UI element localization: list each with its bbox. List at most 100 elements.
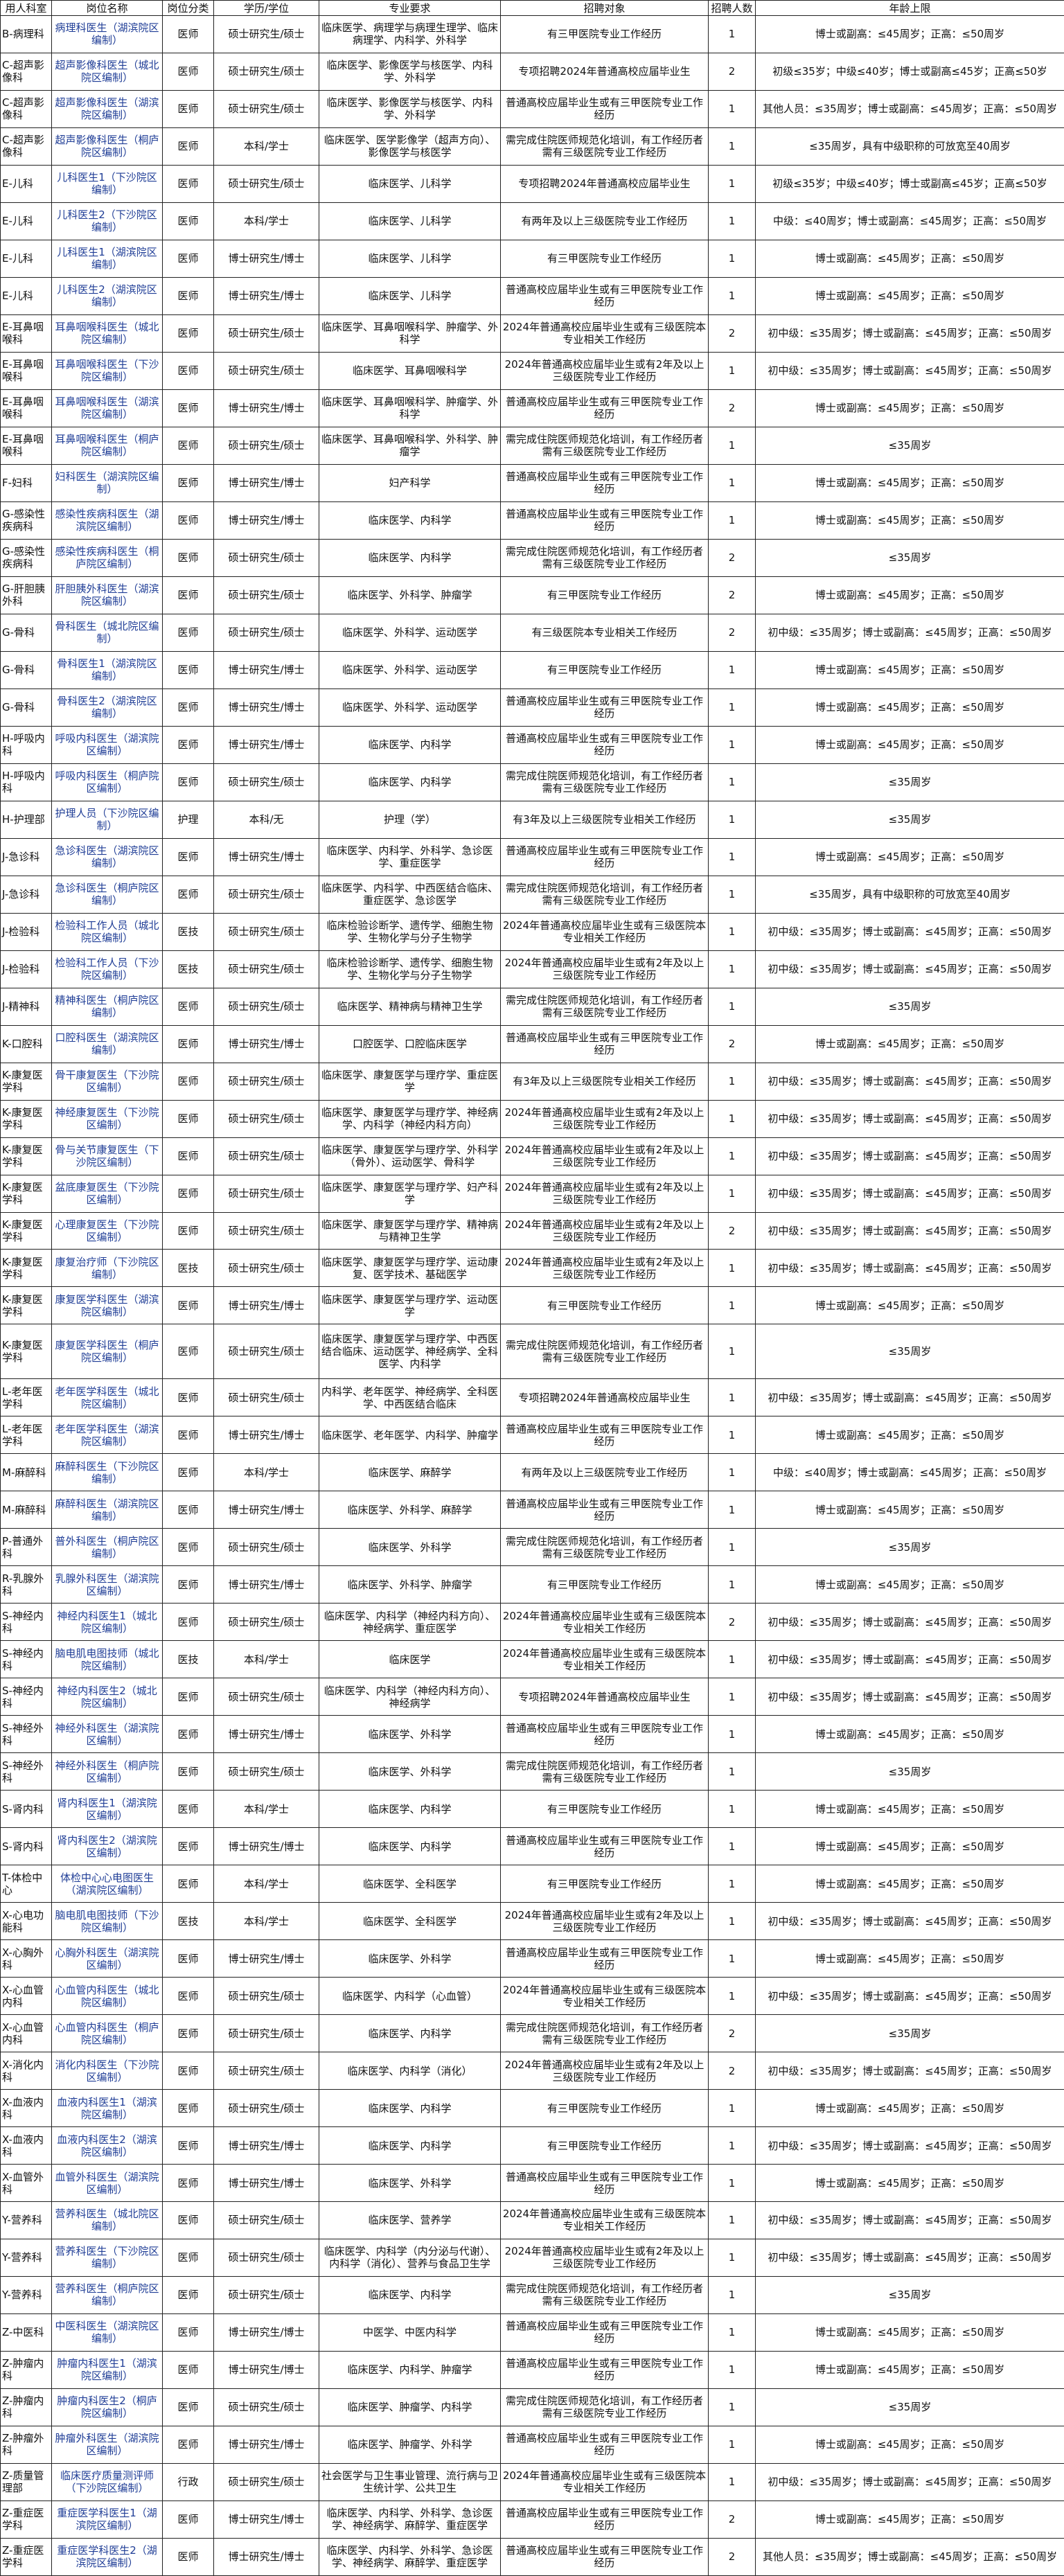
table-row: E-儿科 儿科医生2（下沙院区编制） 医师 本科/学士 临床医学、儿科学 有两年及以上三级…	[0, 202, 1064, 240]
age-limit-cell: ≤35周岁	[755, 763, 1064, 801]
degree-cell: 硕士研究生/硕士	[213, 1249, 319, 1288]
major-cell: 临床医学、内科学	[319, 501, 501, 540]
degree-cell: 本科/学士	[213, 1902, 319, 1941]
category-cell: 医师	[162, 875, 214, 914]
count-cell: 2	[708, 314, 756, 353]
department-cell: F-妇科	[0, 463, 52, 502]
table-row: J-检验科 检验科工作人员（下沙院区编制） 医技 硕士研究生/硕士 临床检验诊断学、遗传…	[0, 950, 1064, 988]
major-cell: 临床医学、内科学（神经内科方向）、神经病学、重症医学	[319, 1603, 501, 1642]
category-cell: 医师	[162, 1174, 214, 1213]
age-limit-cell: ≤35周岁	[755, 987, 1064, 1026]
degree-cell: 硕士研究生/硕士	[213, 15, 319, 53]
table-row: Z-肿瘤内科 肿瘤内科医生2（桐庐院区编制） 医师 硕士研究生/硕士 临床医学、肿瘤学、…	[0, 2388, 1064, 2426]
target-cell: 有两年及以上三级医院专业工作经历	[500, 1453, 709, 1492]
table-row: S-神经内科 神经内科医生1（城北院区编制） 医师 硕士研究生/硕士 临床医学、内科学（…	[0, 1603, 1064, 1642]
major-cell: 临床医学、外科学、麻醉学	[319, 1491, 501, 1529]
category-cell: 医师	[162, 2126, 214, 2165]
table-row: E-儿科 儿科医生1（湖滨院区编制） 医师 博士研究生/博士 临床医学、儿科学 有三甲医院…	[0, 239, 1064, 278]
target-cell: 普通高校应届毕业生或有三甲医院专业工作经历	[500, 1827, 709, 1866]
table-row: G-骨科 骨科医生（城北院区编制） 医师 硕士研究生/硕士 临床医学、外科学、运动医学有…	[0, 613, 1064, 652]
age-limit-cell: ≤35周岁	[755, 538, 1064, 577]
department-cell: K-康复医学科	[0, 1211, 52, 1250]
count-cell: 2	[708, 1024, 756, 1063]
department-cell: X-心电功能科	[0, 1902, 52, 1941]
age-limit-cell: 博士或副高：≤45周岁；正高：≤50周岁	[755, 1286, 1064, 1325]
target-cell: 需完成住院医师规范化培训，有工作经历者需有三级医院专业工作经历	[500, 1324, 709, 1380]
count-cell: 1	[708, 501, 756, 540]
category-cell: 医师	[162, 1752, 214, 1791]
category-cell: 医师	[162, 314, 214, 353]
age-limit-cell: 中级：≤40周岁；博士或副高：≤45周岁；正高：≤50周岁	[755, 202, 1064, 240]
category-cell: 医师	[162, 389, 214, 427]
degree-cell: 硕士研究生/硕士	[213, 2014, 319, 2053]
category-cell: 医师	[162, 2500, 214, 2539]
count-cell: 1	[708, 1902, 756, 1941]
position-cell: 耳鼻咽喉科医生（城北院区编制）	[51, 314, 163, 353]
age-limit-cell: 博士或副高：≤45周岁；正高：≤50周岁	[755, 1827, 1064, 1866]
age-limit-cell: 博士或副高：≤45周岁；正高：≤50周岁	[755, 1790, 1064, 1829]
position-cell: 神经外科医生（湖滨院区编制）	[51, 1715, 163, 1754]
major-cell: 临床医学、全科医学	[319, 1902, 501, 1941]
age-limit-cell: 初中级：≤35周岁；博士或副高：≤45周岁；正高：≤50周岁	[755, 1977, 1064, 2016]
major-cell: 临床医学	[319, 1640, 501, 1679]
position-cell: 护理人员（下沙院区编制）	[51, 800, 163, 839]
department-cell: C-超声影像科	[0, 89, 52, 128]
target-cell: 2024年普通高校应届毕业生或有2年及以上三级医院专业工作经历	[500, 1137, 709, 1175]
position-cell: 儿科医生2（下沙院区编制）	[51, 202, 163, 240]
age-limit-cell: 博士或副高：≤45周岁；正高：≤50周岁	[755, 1939, 1064, 1978]
major-cell: 临床医学、耳鼻咽喉科学	[319, 351, 501, 390]
age-limit-cell: 初中级：≤35周岁；博士或副高：≤45周岁；正高：≤50周岁	[755, 2462, 1064, 2501]
degree-cell: 博士研究生/博士	[213, 1565, 319, 1604]
count-cell: 1	[708, 1174, 756, 1213]
position-cell: 骨科医生2（湖滨院区编制）	[51, 688, 163, 727]
header-major: 专业要求	[319, 0, 501, 16]
table-row: E-耳鼻咽喉科 耳鼻咽喉科医生（城北院区编制） 医师 硕士研究生/硕士 临床医学、耳鼻咽…	[0, 314, 1064, 353]
department-cell: S-神经外科	[0, 1752, 52, 1791]
degree-cell: 博士研究生/博士	[213, 1715, 319, 1754]
degree-cell: 硕士研究生/硕士	[213, 1752, 319, 1791]
position-cell: 营养科医生（下沙院区编制）	[51, 2238, 163, 2277]
degree-cell: 硕士研究生/硕士	[213, 2238, 319, 2277]
position-cell: 检验科工作人员（城北院区编制）	[51, 912, 163, 951]
position-cell: 消化内科医生（下沙院区编制）	[51, 2052, 163, 2090]
age-limit-cell: 初中级：≤35周岁；博士或副高：≤45周岁；正高：≤50周岁	[755, 1603, 1064, 1642]
count-cell: 1	[708, 1939, 756, 1978]
department-cell: S-神经内科	[0, 1678, 52, 1716]
table-row: K-康复医学科 康复医学科医生（桐庐院区编制） 医师 硕士研究生/硕士 临床医学、康复医…	[0, 1324, 1064, 1380]
degree-cell: 博士研究生/博士	[213, 688, 319, 727]
category-cell: 医师	[162, 2537, 214, 2576]
department-cell: C-超声影像科	[0, 52, 52, 91]
target-cell: 普通高校应届毕业生或有三甲医院专业工作经历	[500, 2500, 709, 2539]
count-cell: 2	[708, 576, 756, 614]
table-row: Z-质量管理部 临床医疗质量测评师（下沙院区编制） 行政 硕士研究生/硕士 社会医学与卫…	[0, 2462, 1064, 2501]
category-cell: 医师	[162, 276, 214, 315]
table-row: Z-重症医学科 重症医学科医生2（湖滨院区编制） 医师 博士研究生/博士 临床医学、内科…	[0, 2537, 1064, 2576]
target-cell: 普通高校应届毕业生或有三甲医院专业工作经历	[500, 89, 709, 128]
count-cell: 2	[708, 1211, 756, 1250]
position-cell: 心理康复医生（下沙院区编制）	[51, 1211, 163, 1250]
major-cell: 临床医学、影像医学与核医学、内科学、外科学	[319, 52, 501, 91]
count-cell: 1	[708, 725, 756, 764]
degree-cell: 博士研究生/博士	[213, 2425, 319, 2464]
major-cell: 临床医学、外科学、运动医学	[319, 613, 501, 652]
department-cell: X-血液内科	[0, 2126, 52, 2165]
target-cell: 普通高校应届毕业生或有三甲医院专业工作经历	[500, 1939, 709, 1978]
department-cell: G-感染性疾病科	[0, 501, 52, 540]
degree-cell: 本科/学士	[213, 127, 319, 166]
department-cell: S-神经内科	[0, 1603, 52, 1642]
age-limit-cell: 初中级：≤35周岁；博士或副高：≤45周岁；正高：≤50周岁	[755, 950, 1064, 988]
position-cell: 检验科工作人员（下沙院区编制）	[51, 950, 163, 988]
major-cell: 临床医学、儿科学	[319, 276, 501, 315]
age-limit-cell: 初中级：≤35周岁；博士或副高：≤45周岁；正高：≤50周岁	[755, 912, 1064, 951]
position-cell: 肿瘤内科医生2（桐庐院区编制）	[51, 2388, 163, 2426]
degree-cell: 硕士研究生/硕士	[213, 950, 319, 988]
table-row: Y-营养科 营养科医生（桐庐院区编制） 医师 硕士研究生/硕士 临床医学、内科学 需完成住…	[0, 2275, 1064, 2314]
table-row: G-感染性疾病科 感染性疾病科医生（桐庐院区编制） 医师 硕士研究生/硕士 临床医学、内…	[0, 538, 1064, 577]
category-cell: 医师	[162, 1715, 214, 1754]
degree-cell: 本科/学士	[213, 1790, 319, 1829]
degree-cell: 硕士研究生/硕士	[213, 538, 319, 577]
position-cell: 耳鼻咽喉科医生（桐庐院区编制）	[51, 426, 163, 465]
count-cell: 1	[708, 2462, 756, 2501]
age-limit-cell: 博士或副高：≤45周岁；正高：≤50周岁	[755, 2313, 1064, 2352]
position-cell: 营养科医生（城北院区编制）	[51, 2201, 163, 2239]
